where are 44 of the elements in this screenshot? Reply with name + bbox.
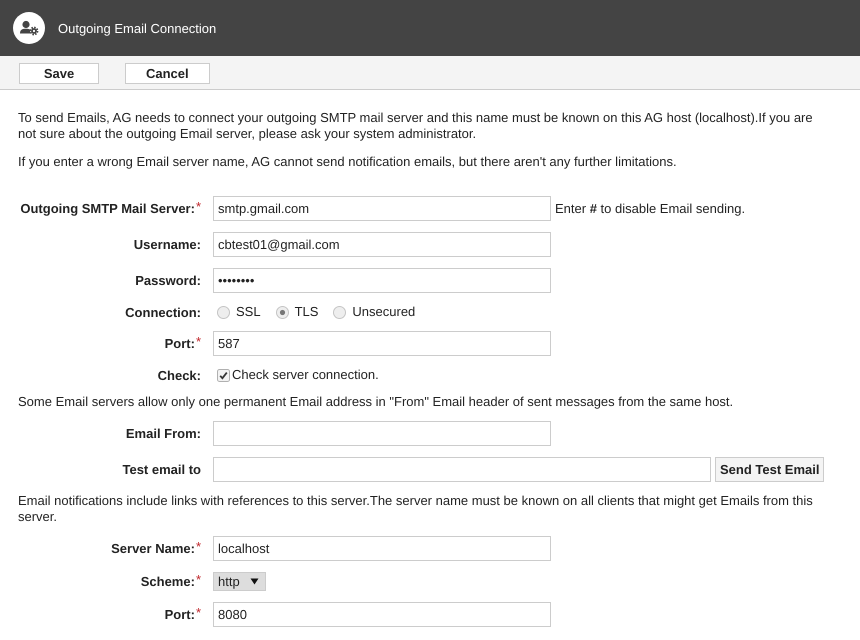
person-gear-icon [13, 12, 45, 44]
input-field[interactable]: smtp.gmail.com [213, 196, 551, 221]
radio-button[interactable] [276, 306, 289, 318]
field-label: Password: [135, 273, 201, 288]
input-field[interactable] [213, 421, 551, 446]
info-text: To send Emails, AG needs to connect your outgoing SMTP mail server and this name must be known on this AG host (localhost).If you are not sure about the outgoing Email server, please ask your system administrator. [18, 110, 814, 142]
field-label: Username: [134, 237, 201, 252]
checkbox[interactable] [217, 368, 230, 382]
info-text: If you enter a wrong Email server name, AG cannot send notification emails, but there aren't any further limitations. [18, 154, 678, 170]
field-label: Test email to [122, 462, 201, 477]
select-dropdown[interactable]: http [213, 572, 266, 591]
input-field[interactable]: cbtest01@gmail.com [213, 232, 551, 257]
info-text: Some Email servers allow only one permanent Email address in "From" Email header of sent messages from the same host. [18, 394, 734, 410]
input-field[interactable]: •••••••• [213, 268, 551, 293]
input-field[interactable]: 8080 [213, 602, 551, 627]
radio-label[interactable]: Unsecured [352, 304, 416, 320]
field-label: Connection: [125, 304, 201, 320]
checkbox-label[interactable]: Check server connection. [232, 367, 379, 383]
radio-label[interactable]: TLS [294, 304, 318, 320]
required-mark: * [196, 199, 201, 214]
input-field[interactable]: 587 [213, 331, 551, 356]
input-field[interactable] [213, 457, 711, 482]
field-label: Port: [164, 336, 195, 351]
toolbar-button[interactable]: Save [19, 63, 99, 84]
info-text: Email notifications include links with references to this server.The server name must be known on all clients that might get Emails from this server. [18, 493, 814, 525]
input-field[interactable]: localhost [213, 536, 551, 561]
hint-text: Enter # to disable Email sending. [555, 201, 746, 216]
field-label: Server Name: [111, 541, 195, 556]
send-button[interactable]: Send Test Email [715, 457, 824, 482]
field-label: Check: [158, 368, 201, 382]
field-label: Outgoing SMTP Mail Server: [20, 201, 195, 216]
caret-icon [250, 578, 259, 585]
toolbar-button[interactable]: Cancel [125, 63, 210, 84]
radio-label[interactable]: SSL [236, 304, 261, 320]
radio-button[interactable] [217, 306, 230, 318]
required-mark: * [196, 572, 201, 587]
required-mark: * [196, 539, 201, 554]
required-mark: * [196, 605, 201, 620]
field-label: Email From: [126, 426, 201, 441]
field-label: Scheme: [140, 574, 195, 589]
field-label: Port: [164, 607, 195, 622]
window-title: Outgoing Email Connection [58, 20, 216, 36]
radio-button[interactable] [333, 306, 346, 318]
required-mark: * [196, 334, 201, 349]
